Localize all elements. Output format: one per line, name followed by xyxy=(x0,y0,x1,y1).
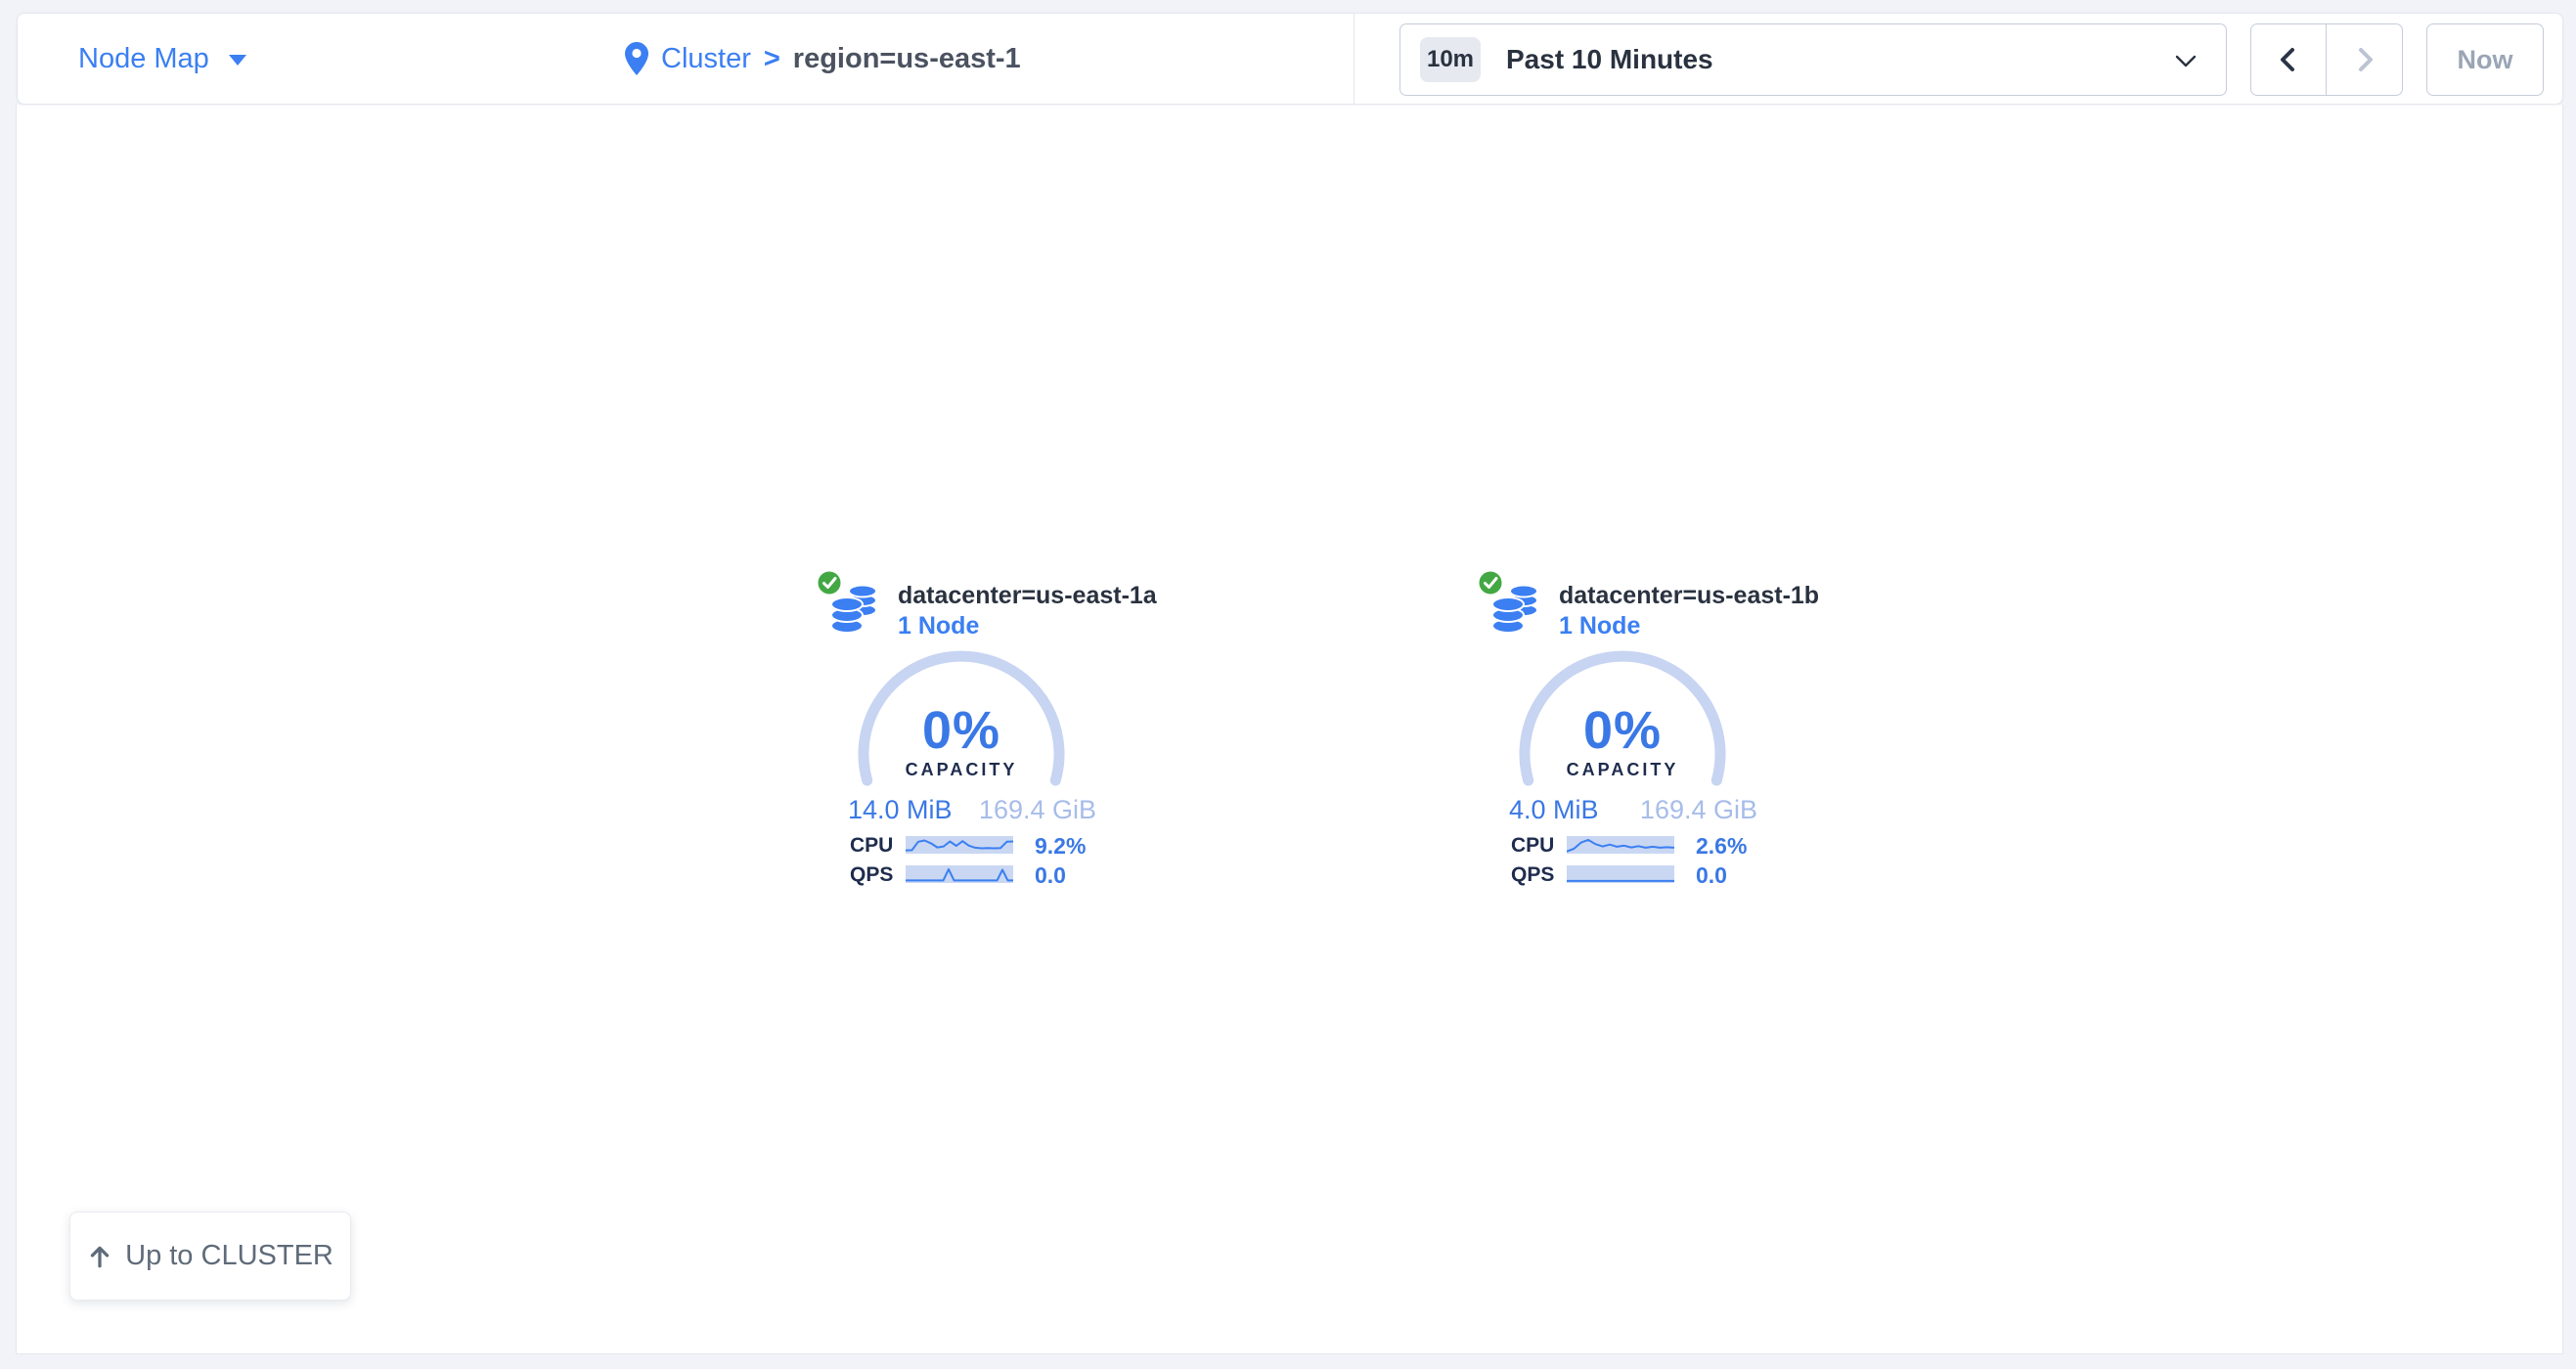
prev-time-button[interactable] xyxy=(2251,24,2327,95)
up-to-cluster-label: Up to CLUSTER xyxy=(125,1240,333,1272)
time-range-dropdown[interactable]: 10m Past 10 Minutes xyxy=(1399,23,2227,96)
time-range-badge: 10m xyxy=(1420,37,1481,82)
breadcrumb: Cluster > region=us-east-1 xyxy=(625,14,1021,104)
time-range-label: Past 10 Minutes xyxy=(1506,44,1713,75)
capacity-label: CAPACITY xyxy=(1515,760,1730,780)
qps-label: QPS xyxy=(850,863,893,887)
chevron-left-icon xyxy=(2271,42,2306,77)
qps-value: 0.0 xyxy=(1035,862,1066,889)
datacenter-title: datacenter=us-east-1a xyxy=(898,582,1157,610)
capacity-total: 169.4 GiB xyxy=(979,795,1096,825)
up-to-cluster-button[interactable]: Up to CLUSTER xyxy=(69,1212,351,1301)
view-selector-dropdown[interactable]: Node Map xyxy=(78,14,246,104)
datacenter-card-us-east-1a[interactable]: datacenter=us-east-1a 1 Node 0% CAPACITY… xyxy=(821,570,1114,893)
database-icon xyxy=(830,584,879,635)
cpu-label: CPU xyxy=(850,834,893,858)
datacenter-title: datacenter=us-east-1b xyxy=(1559,582,1819,610)
node-map-canvas: datacenter=us-east-1a 1 Node 0% CAPACITY… xyxy=(16,105,2563,1354)
chevron-down-icon xyxy=(2175,55,2197,67)
capacity-percent: 0% xyxy=(1515,700,1730,761)
cpu-sparkline xyxy=(906,836,1013,854)
caret-down-icon xyxy=(229,55,246,66)
header-bar: Node Map Cluster > region=us-east-1 10m … xyxy=(17,13,2563,105)
qps-metric-row: QPS 0.0 xyxy=(1482,865,1775,883)
qps-sparkline xyxy=(1567,865,1674,883)
cpu-value: 9.2% xyxy=(1035,833,1086,860)
capacity-percent: 0% xyxy=(854,700,1069,761)
database-icon xyxy=(1491,584,1540,635)
capacity-used: 4.0 MiB xyxy=(1509,795,1599,825)
header-divider xyxy=(1354,14,1355,104)
node-count-link[interactable]: 1 Node xyxy=(1559,612,1640,640)
breadcrumb-cluster-link[interactable]: Cluster xyxy=(661,43,751,75)
breadcrumb-current: region=us-east-1 xyxy=(793,43,1021,75)
arrow-up-icon xyxy=(87,1244,112,1269)
capacity-used: 14.0 MiB xyxy=(848,795,953,825)
capacity-label: CAPACITY xyxy=(854,760,1069,780)
capacity-total: 169.4 GiB xyxy=(1640,795,1757,825)
breadcrumb-separator: > xyxy=(764,43,780,75)
cpu-metric-row: CPU 2.6% xyxy=(1482,836,1775,854)
capacity-stats: 14.0 MiB 169.4 GiB xyxy=(848,795,1096,825)
chevron-right-icon xyxy=(2347,42,2382,77)
location-pin-icon xyxy=(625,42,648,75)
qps-value: 0.0 xyxy=(1696,862,1727,889)
node-count-link[interactable]: 1 Node xyxy=(898,612,979,640)
cpu-label: CPU xyxy=(1511,834,1554,858)
cpu-metric-row: CPU 9.2% xyxy=(821,836,1114,854)
cpu-sparkline xyxy=(1567,836,1674,854)
qps-sparkline xyxy=(906,865,1013,883)
next-time-button[interactable] xyxy=(2327,24,2402,95)
capacity-stats: 4.0 MiB 169.4 GiB xyxy=(1509,795,1757,825)
now-button[interactable]: Now xyxy=(2426,23,2544,96)
view-selector-label: Node Map xyxy=(78,43,209,75)
datacenter-card-us-east-1b[interactable]: datacenter=us-east-1b 1 Node 0% CAPACITY… xyxy=(1482,570,1775,893)
qps-metric-row: QPS 0.0 xyxy=(821,865,1114,883)
qps-label: QPS xyxy=(1511,863,1554,887)
time-pager xyxy=(2250,23,2403,96)
cpu-value: 2.6% xyxy=(1696,833,1747,860)
